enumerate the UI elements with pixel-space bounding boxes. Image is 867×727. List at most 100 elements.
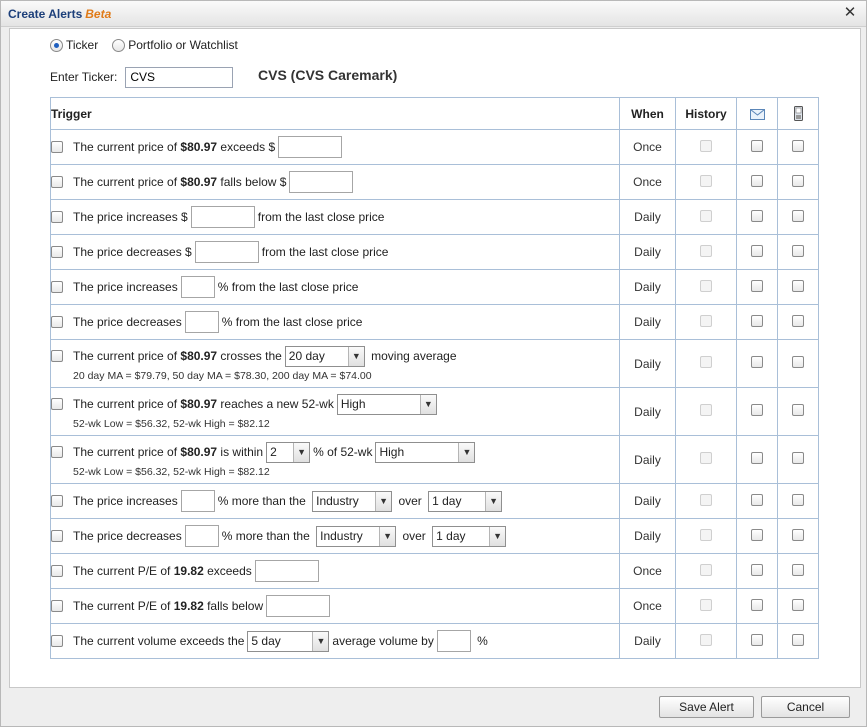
close-icon[interactable]: ✕ <box>842 5 858 21</box>
when-cell: Daily <box>619 518 676 554</box>
trigger-select[interactable]: 2 ▼ <box>266 441 311 463</box>
trigger-select[interactable]: High ▼ <box>375 441 476 463</box>
history-checkbox <box>700 452 712 464</box>
mobile-checkbox[interactable] <box>792 452 804 464</box>
trigger-line: The current price of $80.97 falls below … <box>51 171 619 193</box>
email-checkbox[interactable] <box>751 404 763 416</box>
history-checkbox <box>700 209 712 222</box>
trigger-value-input[interactable] <box>184 311 219 333</box>
email-checkbox[interactable] <box>751 174 763 187</box>
trigger-checkbox[interactable] <box>51 141 63 153</box>
when-cell: Daily <box>619 234 676 270</box>
trigger-checkbox[interactable] <box>51 350 63 362</box>
table-row: The price increases % from the last close… <box>50 269 819 305</box>
trigger-checkbox[interactable] <box>51 565 63 577</box>
trigger-checkbox[interactable] <box>51 246 63 258</box>
when-cell: Daily <box>619 269 676 305</box>
when-cell: Daily <box>619 435 676 484</box>
when-cell: Daily <box>619 387 676 436</box>
trigger-cell: The current price of $80.97 is within 2 ▼%… <box>50 435 620 484</box>
history-checkbox <box>700 314 712 327</box>
email-checkbox[interactable] <box>751 279 763 292</box>
mobile-checkbox[interactable] <box>792 598 804 611</box>
trigger-value-input[interactable] <box>190 206 255 228</box>
trigger-value-input[interactable] <box>436 630 471 652</box>
trigger-checkbox[interactable] <box>51 600 63 612</box>
email-checkbox[interactable] <box>751 452 763 464</box>
trigger-select[interactable]: 1 day ▼ <box>428 490 503 512</box>
mobile-checkbox[interactable] <box>792 563 804 576</box>
trigger-checkbox[interactable] <box>51 281 63 293</box>
mobile-checkbox[interactable] <box>792 174 804 187</box>
email-checkbox[interactable] <box>751 528 763 541</box>
ticker-label: Enter Ticker: <box>50 70 118 84</box>
email-checkbox[interactable] <box>751 314 763 327</box>
trigger-select[interactable]: 20 day ▼ <box>284 345 365 367</box>
trigger-checkbox[interactable] <box>51 176 63 188</box>
mobile-checkbox[interactable] <box>792 493 804 506</box>
trigger-text: moving average <box>367 349 457 363</box>
trigger-value: $80.97 <box>180 140 218 154</box>
history-cell <box>675 129 737 165</box>
trigger-line: The price decreases % from the last close… <box>51 311 619 333</box>
trigger-value-input[interactable] <box>194 241 259 263</box>
mobile-checkbox[interactable] <box>792 279 804 292</box>
trigger-text: The current price of <box>73 175 181 189</box>
trigger-select[interactable]: 1 day ▼ <box>432 525 507 547</box>
trigger-select[interactable]: 5 day ▼ <box>247 630 330 652</box>
mobile-checkbox[interactable] <box>792 244 804 257</box>
trigger-checkbox[interactable] <box>51 398 63 410</box>
trigger-text: The price decreases <box>73 315 182 329</box>
chevron-down-icon: ▼ <box>312 631 329 651</box>
email-checkbox[interactable] <box>751 356 763 368</box>
table-header-row: Trigger When History <box>50 97 819 130</box>
mobile-checkbox[interactable] <box>792 356 804 368</box>
history-checkbox <box>700 528 712 541</box>
trigger-line: The current P/E of 19.82 exceeds <box>51 560 619 582</box>
mobile-cell <box>777 199 819 235</box>
email-checkbox[interactable] <box>751 139 763 152</box>
trigger-value: 19.82 <box>173 564 204 578</box>
trigger-text: The price increases $ <box>73 210 188 224</box>
trigger-checkbox[interactable] <box>51 530 63 542</box>
trigger-value-input[interactable] <box>254 560 319 582</box>
history-cell <box>675 435 737 484</box>
trigger-checkbox[interactable] <box>51 635 63 647</box>
mobile-checkbox[interactable] <box>792 209 804 222</box>
trigger-text: falls below $ <box>217 175 287 189</box>
mobile-checkbox[interactable] <box>792 528 804 541</box>
trigger-select[interactable]: Industry ▼ <box>316 525 397 547</box>
email-checkbox[interactable] <box>751 244 763 257</box>
mobile-checkbox[interactable] <box>792 633 804 646</box>
mode-radio-group: Ticker Portfolio or Watchlist <box>50 38 252 52</box>
radio-ticker[interactable] <box>50 38 63 52</box>
trigger-value-input[interactable] <box>180 490 215 512</box>
trigger-checkbox[interactable] <box>51 495 63 507</box>
trigger-value-input[interactable] <box>184 525 219 547</box>
history-checkbox <box>700 279 712 292</box>
trigger-select[interactable]: High ▼ <box>336 393 437 415</box>
email-checkbox[interactable] <box>751 633 763 646</box>
save-alert-button[interactable]: Save Alert <box>659 696 754 718</box>
trigger-checkbox[interactable] <box>51 316 63 328</box>
trigger-value-input[interactable] <box>289 171 354 193</box>
trigger-text: crosses the <box>217 349 282 363</box>
mobile-checkbox[interactable] <box>792 404 804 416</box>
trigger-checkbox[interactable] <box>51 211 63 223</box>
email-checkbox[interactable] <box>751 209 763 222</box>
email-checkbox[interactable] <box>751 598 763 611</box>
trigger-select[interactable]: Industry ▼ <box>312 490 393 512</box>
trigger-checkbox[interactable] <box>51 446 63 458</box>
radio-portfolio[interactable] <box>112 38 126 52</box>
cancel-button[interactable]: Cancel <box>761 696 850 718</box>
beta-label: Beta <box>85 7 112 21</box>
mobile-checkbox[interactable] <box>792 314 804 327</box>
mobile-checkbox[interactable] <box>792 139 804 152</box>
email-checkbox[interactable] <box>751 563 763 576</box>
email-checkbox[interactable] <box>751 493 763 506</box>
when-cell: Daily <box>619 623 676 659</box>
trigger-value-input[interactable] <box>180 276 215 298</box>
trigger-value-input[interactable] <box>266 595 331 617</box>
trigger-value-input[interactable] <box>278 136 343 158</box>
ticker-input[interactable] <box>125 66 234 88</box>
